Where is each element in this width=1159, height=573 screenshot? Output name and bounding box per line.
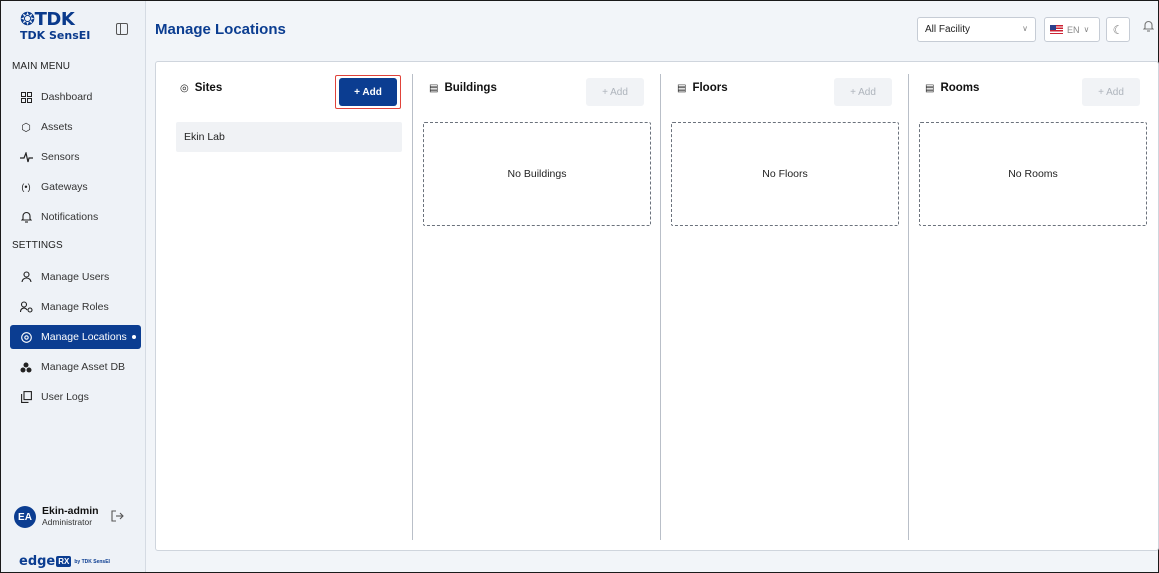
rooms-header: ▤ Rooms [925, 82, 979, 94]
user-key-icon [19, 301, 33, 313]
brand-subtitle: TDK SensEI [20, 29, 91, 42]
sidebar-item-label: Gateways [41, 181, 88, 193]
edgerx-logo: edge RX by TDK SensEI [19, 554, 110, 569]
sidebar-item-label: Manage Locations [41, 331, 127, 343]
sidebar-item-sensors[interactable]: Sensors [10, 145, 141, 169]
us-flag-icon [1050, 25, 1063, 34]
wireless-icon: (•) [21, 182, 31, 192]
sidebar-item-manage-users[interactable]: Manage Users [10, 265, 141, 289]
logout-icon[interactable] [111, 509, 124, 525]
locations-panel: ◎ Sites + Add Ekin Lab ▤ Buildings + Add… [155, 61, 1159, 551]
sidebar-item-manage-roles[interactable]: Manage Roles [10, 295, 141, 319]
sidebar-item-label: Manage Roles [41, 301, 109, 313]
settings-title: SETTINGS [12, 240, 63, 251]
rooms-column: ▤ Rooms + Add No Rooms [909, 74, 1156, 540]
building-icon: ▤ [677, 82, 687, 94]
active-dot-indicator [131, 335, 136, 339]
pulse-icon [19, 151, 33, 163]
floors-header: ▤ Floors [677, 82, 728, 94]
cube-icon: ⬡ [21, 121, 31, 134]
theme-toggle-button[interactable]: ☾ [1106, 17, 1130, 42]
buildings-title: Buildings [444, 82, 497, 94]
sidebar-item-gateways[interactable]: (•) Gateways [10, 175, 141, 199]
language-value: EN [1067, 24, 1080, 35]
building-icon: ▤ [429, 82, 439, 94]
location-pin-icon: ◎ [180, 82, 189, 94]
dashboard-icon [19, 91, 33, 103]
add-floor-button[interactable]: + Add [834, 78, 892, 106]
sidebar-item-notifications[interactable]: Notifications [10, 205, 141, 229]
buildings-empty-state: No Buildings [423, 122, 651, 226]
sites-header: ◎ Sites [180, 82, 222, 94]
sites-title: Sites [194, 82, 223, 94]
sidebar-toggle-icon[interactable] [116, 23, 128, 35]
user-profile: EA Ekin-admin Administrator [14, 506, 124, 528]
user-name: Ekin-admin [42, 505, 99, 517]
app-window: ❂TDK TDK SensEI MAIN MENU Dashboard ⬡ As… [0, 0, 1159, 573]
location-pin-icon [19, 331, 33, 343]
sidebar-item-label: Manage Users [41, 271, 110, 283]
building-icon: ▤ [925, 82, 935, 94]
main-menu-title: MAIN MENU [12, 61, 71, 72]
database-icon [19, 362, 33, 373]
language-select[interactable]: EN ∨ [1044, 17, 1100, 42]
sidebar: ❂TDK TDK SensEI MAIN MENU Dashboard ⬡ As… [1, 1, 146, 572]
sidebar-item-user-logs[interactable]: User Logs [10, 385, 141, 409]
copy-icon [19, 391, 33, 403]
rx-logo-text: RX [56, 556, 72, 567]
add-room-button[interactable]: + Add [1082, 78, 1140, 106]
main-content: Manage Locations All Facility ∨ EN ∨ ☾ ◎… [146, 1, 1159, 572]
floors-title: Floors [692, 82, 728, 94]
sidebar-item-label: Notifications [41, 211, 99, 223]
rooms-empty-state: No Rooms [919, 122, 1147, 226]
sidebar-item-assets[interactable]: ⬡ Assets [10, 115, 141, 139]
tdk-logo-text: ❂TDK [20, 9, 75, 30]
facility-select[interactable]: All Facility ∨ [917, 17, 1036, 42]
brand-logo: ❂TDK TDK SensEI [20, 11, 90, 43]
sidebar-item-manage-locations[interactable]: Manage Locations [10, 325, 141, 349]
floors-empty-state: No Floors [671, 122, 899, 226]
edge-logo-text: edge [19, 554, 56, 569]
by-tdk-text: by TDK SensEI [74, 558, 110, 565]
floors-column: ▤ Floors + Add No Floors [661, 74, 908, 540]
page-title: Manage Locations [155, 21, 286, 38]
buildings-column: ▤ Buildings + Add No Buildings [413, 74, 660, 540]
sidebar-item-label: Dashboard [41, 91, 93, 103]
chevron-down-icon: ∨ [1022, 24, 1028, 33]
user-role: Administrator [42, 517, 93, 527]
site-list-item[interactable]: Ekin Lab [176, 122, 402, 152]
buildings-header: ▤ Buildings [429, 82, 497, 94]
facility-select-value: All Facility [925, 24, 971, 35]
sidebar-item-label: User Logs [41, 391, 89, 403]
user-info: Ekin-admin Administrator [42, 506, 99, 528]
sites-column: ◎ Sites + Add Ekin Lab [166, 74, 412, 540]
rooms-title: Rooms [940, 82, 980, 94]
sidebar-item-dashboard[interactable]: Dashboard [10, 85, 141, 109]
avatar[interactable]: EA [14, 506, 36, 528]
sidebar-item-label: Manage Asset DB [41, 361, 126, 373]
add-building-button[interactable]: + Add [586, 78, 644, 106]
moon-icon: ☾ [1112, 22, 1124, 37]
bell-icon [19, 211, 33, 223]
add-site-button[interactable]: + Add [339, 78, 397, 106]
user-icon [19, 271, 33, 283]
sidebar-item-label: Sensors [41, 151, 80, 163]
notification-bell-icon[interactable] [1142, 20, 1155, 35]
sidebar-item-manage-asset-db[interactable]: Manage Asset DB [10, 355, 141, 379]
sidebar-item-label: Assets [41, 121, 73, 133]
chevron-down-icon: ∨ [1083, 25, 1090, 34]
